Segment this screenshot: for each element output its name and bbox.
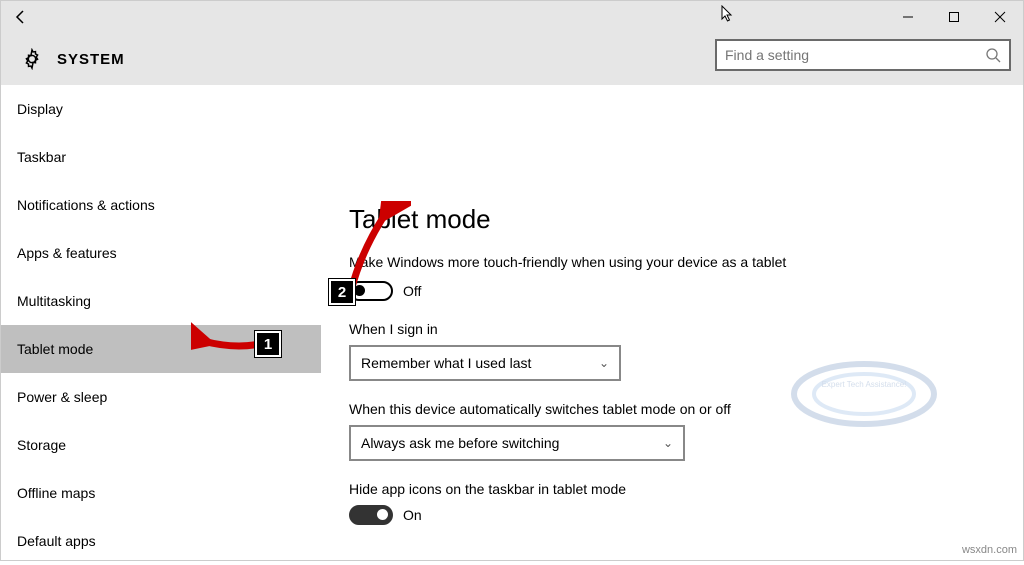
page-category-title: SYSTEM bbox=[57, 51, 125, 68]
auto-switch-select[interactable]: Always ask me before switching ⌄ bbox=[349, 425, 685, 461]
gear-icon bbox=[21, 48, 43, 70]
search-input[interactable] bbox=[725, 47, 985, 63]
watermark-text: wsxdn.com bbox=[962, 544, 1017, 556]
toggle-state-label: Off bbox=[403, 283, 421, 299]
sidebar-item-power[interactable]: Power & sleep bbox=[1, 373, 321, 421]
sidebar-item-apps[interactable]: Apps & features bbox=[1, 229, 321, 277]
select-value: Always ask me before switching bbox=[361, 435, 559, 451]
svg-text:Expert Tech Assistance!: Expert Tech Assistance! bbox=[822, 380, 907, 389]
sidebar-item-label: Apps & features bbox=[17, 245, 117, 261]
sidebar-item-default-apps[interactable]: Default apps bbox=[1, 517, 321, 565]
sidebar-item-label: Power & sleep bbox=[17, 389, 107, 405]
setting-description: Make Windows more touch-friendly when us… bbox=[349, 253, 789, 273]
signin-label: When I sign in bbox=[349, 321, 995, 337]
watermark-logo: Expert Tech Assistance! bbox=[779, 349, 949, 439]
signin-select[interactable]: Remember what I used last ⌄ bbox=[349, 345, 621, 381]
annotation-badge-1: 1 bbox=[255, 331, 281, 357]
page-heading: Tablet mode bbox=[349, 204, 995, 235]
sidebar-item-label: Offline maps bbox=[17, 485, 95, 501]
hide-icons-label: Hide app icons on the taskbar in tablet … bbox=[349, 481, 995, 497]
sidebar-item-storage[interactable]: Storage bbox=[1, 421, 321, 469]
cursor-icon bbox=[721, 5, 735, 23]
sidebar: Display Taskbar Notifications & actions … bbox=[1, 85, 321, 560]
tablet-mode-toggle[interactable] bbox=[349, 281, 393, 301]
sidebar-item-taskbar[interactable]: Taskbar bbox=[1, 133, 321, 181]
sidebar-item-label: Taskbar bbox=[17, 149, 66, 165]
chevron-down-icon: ⌄ bbox=[599, 356, 609, 370]
select-value: Remember what I used last bbox=[361, 355, 531, 371]
minimize-button[interactable] bbox=[885, 1, 931, 33]
sidebar-item-label: Display bbox=[17, 101, 63, 117]
titlebar bbox=[1, 1, 1023, 33]
sidebar-item-notifications[interactable]: Notifications & actions bbox=[1, 181, 321, 229]
content-panel: Expert Tech Assistance! Tablet mode Make… bbox=[321, 85, 1023, 560]
sidebar-item-label: Storage bbox=[17, 437, 66, 453]
sidebar-item-label: Tablet mode bbox=[17, 341, 93, 357]
back-button[interactable] bbox=[1, 1, 41, 33]
chevron-down-icon: ⌄ bbox=[663, 436, 673, 450]
auto-switch-label: When this device automatically switches … bbox=[349, 401, 995, 417]
sidebar-item-label: Notifications & actions bbox=[17, 197, 155, 213]
toggle-state-label: On bbox=[403, 507, 422, 523]
hide-icons-toggle[interactable] bbox=[349, 505, 393, 525]
sidebar-item-offline-maps[interactable]: Offline maps bbox=[1, 469, 321, 517]
sidebar-item-label: Multitasking bbox=[17, 293, 91, 309]
sidebar-item-label: Default apps bbox=[17, 533, 96, 549]
sidebar-item-display[interactable]: Display bbox=[1, 85, 321, 133]
search-icon bbox=[985, 47, 1001, 63]
close-button[interactable] bbox=[977, 1, 1023, 33]
search-box[interactable] bbox=[715, 39, 1011, 71]
sidebar-item-multitasking[interactable]: Multitasking bbox=[1, 277, 321, 325]
header: SYSTEM bbox=[1, 33, 1023, 85]
annotation-badge-2: 2 bbox=[329, 279, 355, 305]
maximize-button[interactable] bbox=[931, 1, 977, 33]
